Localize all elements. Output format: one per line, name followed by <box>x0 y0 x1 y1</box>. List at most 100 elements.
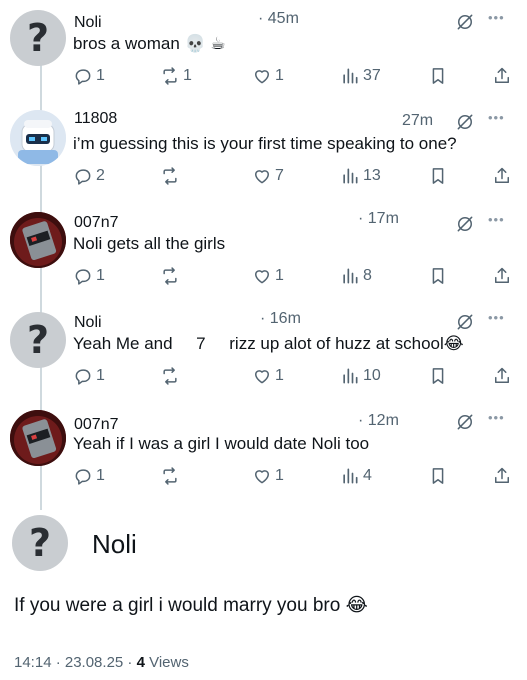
share-button[interactable] <box>492 66 512 86</box>
repost-button[interactable]: 1 <box>160 66 192 86</box>
more-icon[interactable]: ••• <box>488 410 505 425</box>
views-button[interactable]: 8 <box>340 266 372 286</box>
share-button[interactable] <box>492 366 512 386</box>
views-icon <box>340 366 360 386</box>
post-time[interactable]: · 17m <box>358 210 399 228</box>
author-name[interactable]: 007n7 <box>74 416 119 434</box>
post-timestamp[interactable]: 14:14 · 23.08.25 · <box>14 654 137 671</box>
post-time[interactable]: 27m <box>402 112 433 130</box>
reply-button[interactable]: 1 <box>73 266 105 286</box>
post-text: Yeah Me and 7 rizz up alot of huzz at sc… <box>73 334 464 353</box>
views-count[interactable]: 4 <box>137 654 145 671</box>
heart-icon <box>252 166 272 186</box>
like-button[interactable]: 1 <box>252 366 284 386</box>
repost-button[interactable] <box>160 466 183 486</box>
bookmark-button[interactable] <box>428 66 448 86</box>
grok-icon[interactable] <box>455 112 475 132</box>
repost-button[interactable] <box>160 266 183 286</box>
share-button[interactable] <box>492 166 512 186</box>
share-icon <box>492 166 512 186</box>
bookmark-button[interactable] <box>428 166 448 186</box>
like-button[interactable]: 1 <box>252 266 284 286</box>
bookmark-icon <box>428 166 448 186</box>
heart-icon <box>252 266 272 286</box>
action-bar: 1 1 1 37 <box>0 66 527 88</box>
grok-icon[interactable] <box>455 312 475 332</box>
avatar[interactable] <box>10 212 66 268</box>
post-time[interactable]: · 16m <box>260 310 301 328</box>
replies-count: 1 <box>96 367 105 384</box>
grok-icon[interactable] <box>455 412 475 432</box>
heart-icon <box>252 366 272 386</box>
views-count: 10 <box>363 367 381 384</box>
bookmark-button[interactable] <box>428 466 448 486</box>
reposts-count: 1 <box>183 67 192 84</box>
reply-button[interactable]: 1 <box>73 366 105 386</box>
bookmark-icon <box>428 266 448 286</box>
views-count: 37 <box>363 67 381 84</box>
heart-icon <box>252 66 272 86</box>
views-button[interactable]: 4 <box>340 466 372 486</box>
heart-icon <box>252 466 272 486</box>
more-icon[interactable]: ••• <box>488 110 505 125</box>
views-button[interactable]: 13 <box>340 166 381 186</box>
post-text: bros a woman 💀 ☕ <box>73 34 226 53</box>
avatar[interactable]: ? <box>10 10 66 66</box>
avatar[interactable]: ? <box>10 312 66 368</box>
views-count: 13 <box>363 167 381 184</box>
like-button[interactable]: 1 <box>252 66 284 86</box>
author-name[interactable]: Noli <box>74 14 102 32</box>
action-bar: 1 1 8 <box>0 266 527 288</box>
views-icon <box>340 66 360 86</box>
main-author-name[interactable]: Noli <box>92 529 137 560</box>
more-icon[interactable]: ••• <box>488 310 505 325</box>
avatar[interactable] <box>10 410 66 466</box>
bookmark-button[interactable] <box>428 266 448 286</box>
post-time[interactable]: · 12m <box>358 412 399 430</box>
author-name[interactable]: Noli <box>74 314 102 332</box>
share-button[interactable] <box>492 266 512 286</box>
author-name[interactable]: 007n7 <box>74 214 119 232</box>
repost-icon <box>160 266 180 286</box>
reply-button[interactable]: 1 <box>73 466 105 486</box>
share-icon <box>492 466 512 486</box>
more-icon[interactable]: ••• <box>488 10 505 25</box>
repost-button[interactable] <box>160 166 183 186</box>
reply-button[interactable]: 2 <box>73 166 105 186</box>
reply-icon <box>73 66 93 86</box>
grok-icon[interactable] <box>455 214 475 234</box>
like-button[interactable]: 7 <box>252 166 284 186</box>
bookmark-icon <box>428 366 448 386</box>
post-text: i’m guessing this is your first time spe… <box>73 134 457 153</box>
main-post-text: If you were a girl i would marry you bro… <box>14 595 368 616</box>
action-bar: 1 1 10 <box>0 366 527 388</box>
avatar[interactable] <box>10 110 66 166</box>
main-avatar[interactable]: ? <box>12 515 68 571</box>
post-time[interactable]: · 45m <box>258 10 299 28</box>
grok-icon[interactable] <box>455 12 475 32</box>
author-name[interactable]: 11808 <box>74 110 117 128</box>
bookmark-icon <box>428 466 448 486</box>
repost-button[interactable] <box>160 366 183 386</box>
reply-button[interactable]: 1 <box>73 66 105 86</box>
replies-count: 1 <box>96 467 105 484</box>
reply-icon <box>73 466 93 486</box>
views-button[interactable]: 10 <box>340 366 381 386</box>
views-icon <box>340 466 360 486</box>
share-icon <box>492 366 512 386</box>
repost-icon <box>160 366 180 386</box>
reply-icon <box>73 166 93 186</box>
more-icon[interactable]: ••• <box>488 212 505 227</box>
views-button[interactable]: 37 <box>340 66 381 86</box>
like-button[interactable]: 1 <box>252 466 284 486</box>
bookmark-button[interactable] <box>428 366 448 386</box>
repost-icon <box>160 166 180 186</box>
reply-icon <box>73 366 93 386</box>
action-bar: 1 1 4 <box>0 466 527 488</box>
share-icon <box>492 266 512 286</box>
replies-count: 1 <box>96 67 105 84</box>
share-button[interactable] <box>492 466 512 486</box>
likes-count: 1 <box>275 367 284 384</box>
replies-count: 2 <box>96 167 105 184</box>
action-bar: 2 7 13 <box>0 166 527 188</box>
